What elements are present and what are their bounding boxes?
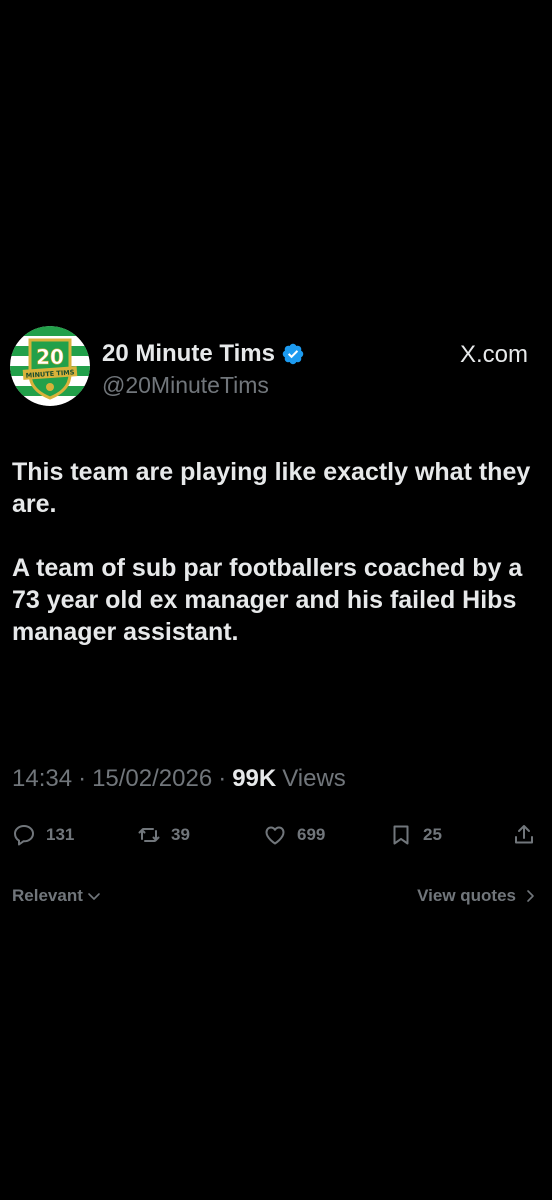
views-count: 99K [232, 765, 277, 792]
reply-icon [14, 825, 34, 846]
heart-icon [265, 826, 285, 845]
tweet-time[interactable]: 14:34 [12, 765, 72, 793]
svg-text:20: 20 [36, 345, 64, 369]
share-icon [515, 825, 533, 844]
views-label: Views [282, 765, 346, 792]
like-button[interactable]: 699 [263, 820, 325, 850]
bookmark-count: 25 [423, 825, 442, 844]
tweet-paragraph: A team of sub par footballers coached by… [12, 554, 523, 646]
user-handle[interactable]: @20MinuteTims [102, 372, 269, 399]
tweet-meta: 14:34 · 15/02/2026 · 99K Views [12, 765, 346, 793]
view-quotes-label: View quotes [417, 886, 516, 905]
meta-separator: · [78, 765, 87, 792]
bookmark-icon [393, 825, 409, 845]
sort-dropdown[interactable]: Relevant [12, 886, 102, 906]
display-name[interactable]: 20 Minute Tims [102, 340, 275, 368]
avatar-logo-icon: 20 MINUTE TIMS [10, 326, 90, 406]
share-button[interactable] [512, 820, 536, 850]
tweet-header: 20 MINUTE TIMS 20 Minute Tims @20MinuteT… [10, 326, 540, 412]
display-name-row[interactable]: 20 Minute Tims [102, 339, 305, 369]
verified-badge-icon [281, 342, 305, 366]
action-bar: 131 39 699 25 [0, 820, 552, 850]
tweet-paragraph: This team are playing like exactly what … [12, 458, 531, 518]
chevron-right-icon [527, 890, 534, 902]
chevron-down-icon [88, 893, 100, 900]
avatar[interactable]: 20 MINUTE TIMS [10, 326, 90, 406]
bookmark-button[interactable]: 25 [389, 820, 442, 850]
reply-count: 131 [46, 825, 75, 844]
repost-count: 39 [171, 825, 190, 844]
repost-button[interactable]: 39 [137, 820, 190, 850]
tweet-text: This team are playing like exactly what … [12, 456, 542, 648]
replies-footer: Relevant View quotes [0, 886, 552, 912]
tweet-date[interactable]: 15/02/2026 [92, 765, 212, 793]
sort-label: Relevant [12, 886, 83, 905]
meta-separator: · [218, 765, 227, 792]
reply-button[interactable]: 131 [12, 820, 74, 850]
site-label: X.com [459, 341, 528, 368]
view-quotes-link[interactable]: View quotes [417, 886, 538, 906]
repost-icon [138, 828, 160, 842]
like-count: 699 [297, 825, 326, 844]
